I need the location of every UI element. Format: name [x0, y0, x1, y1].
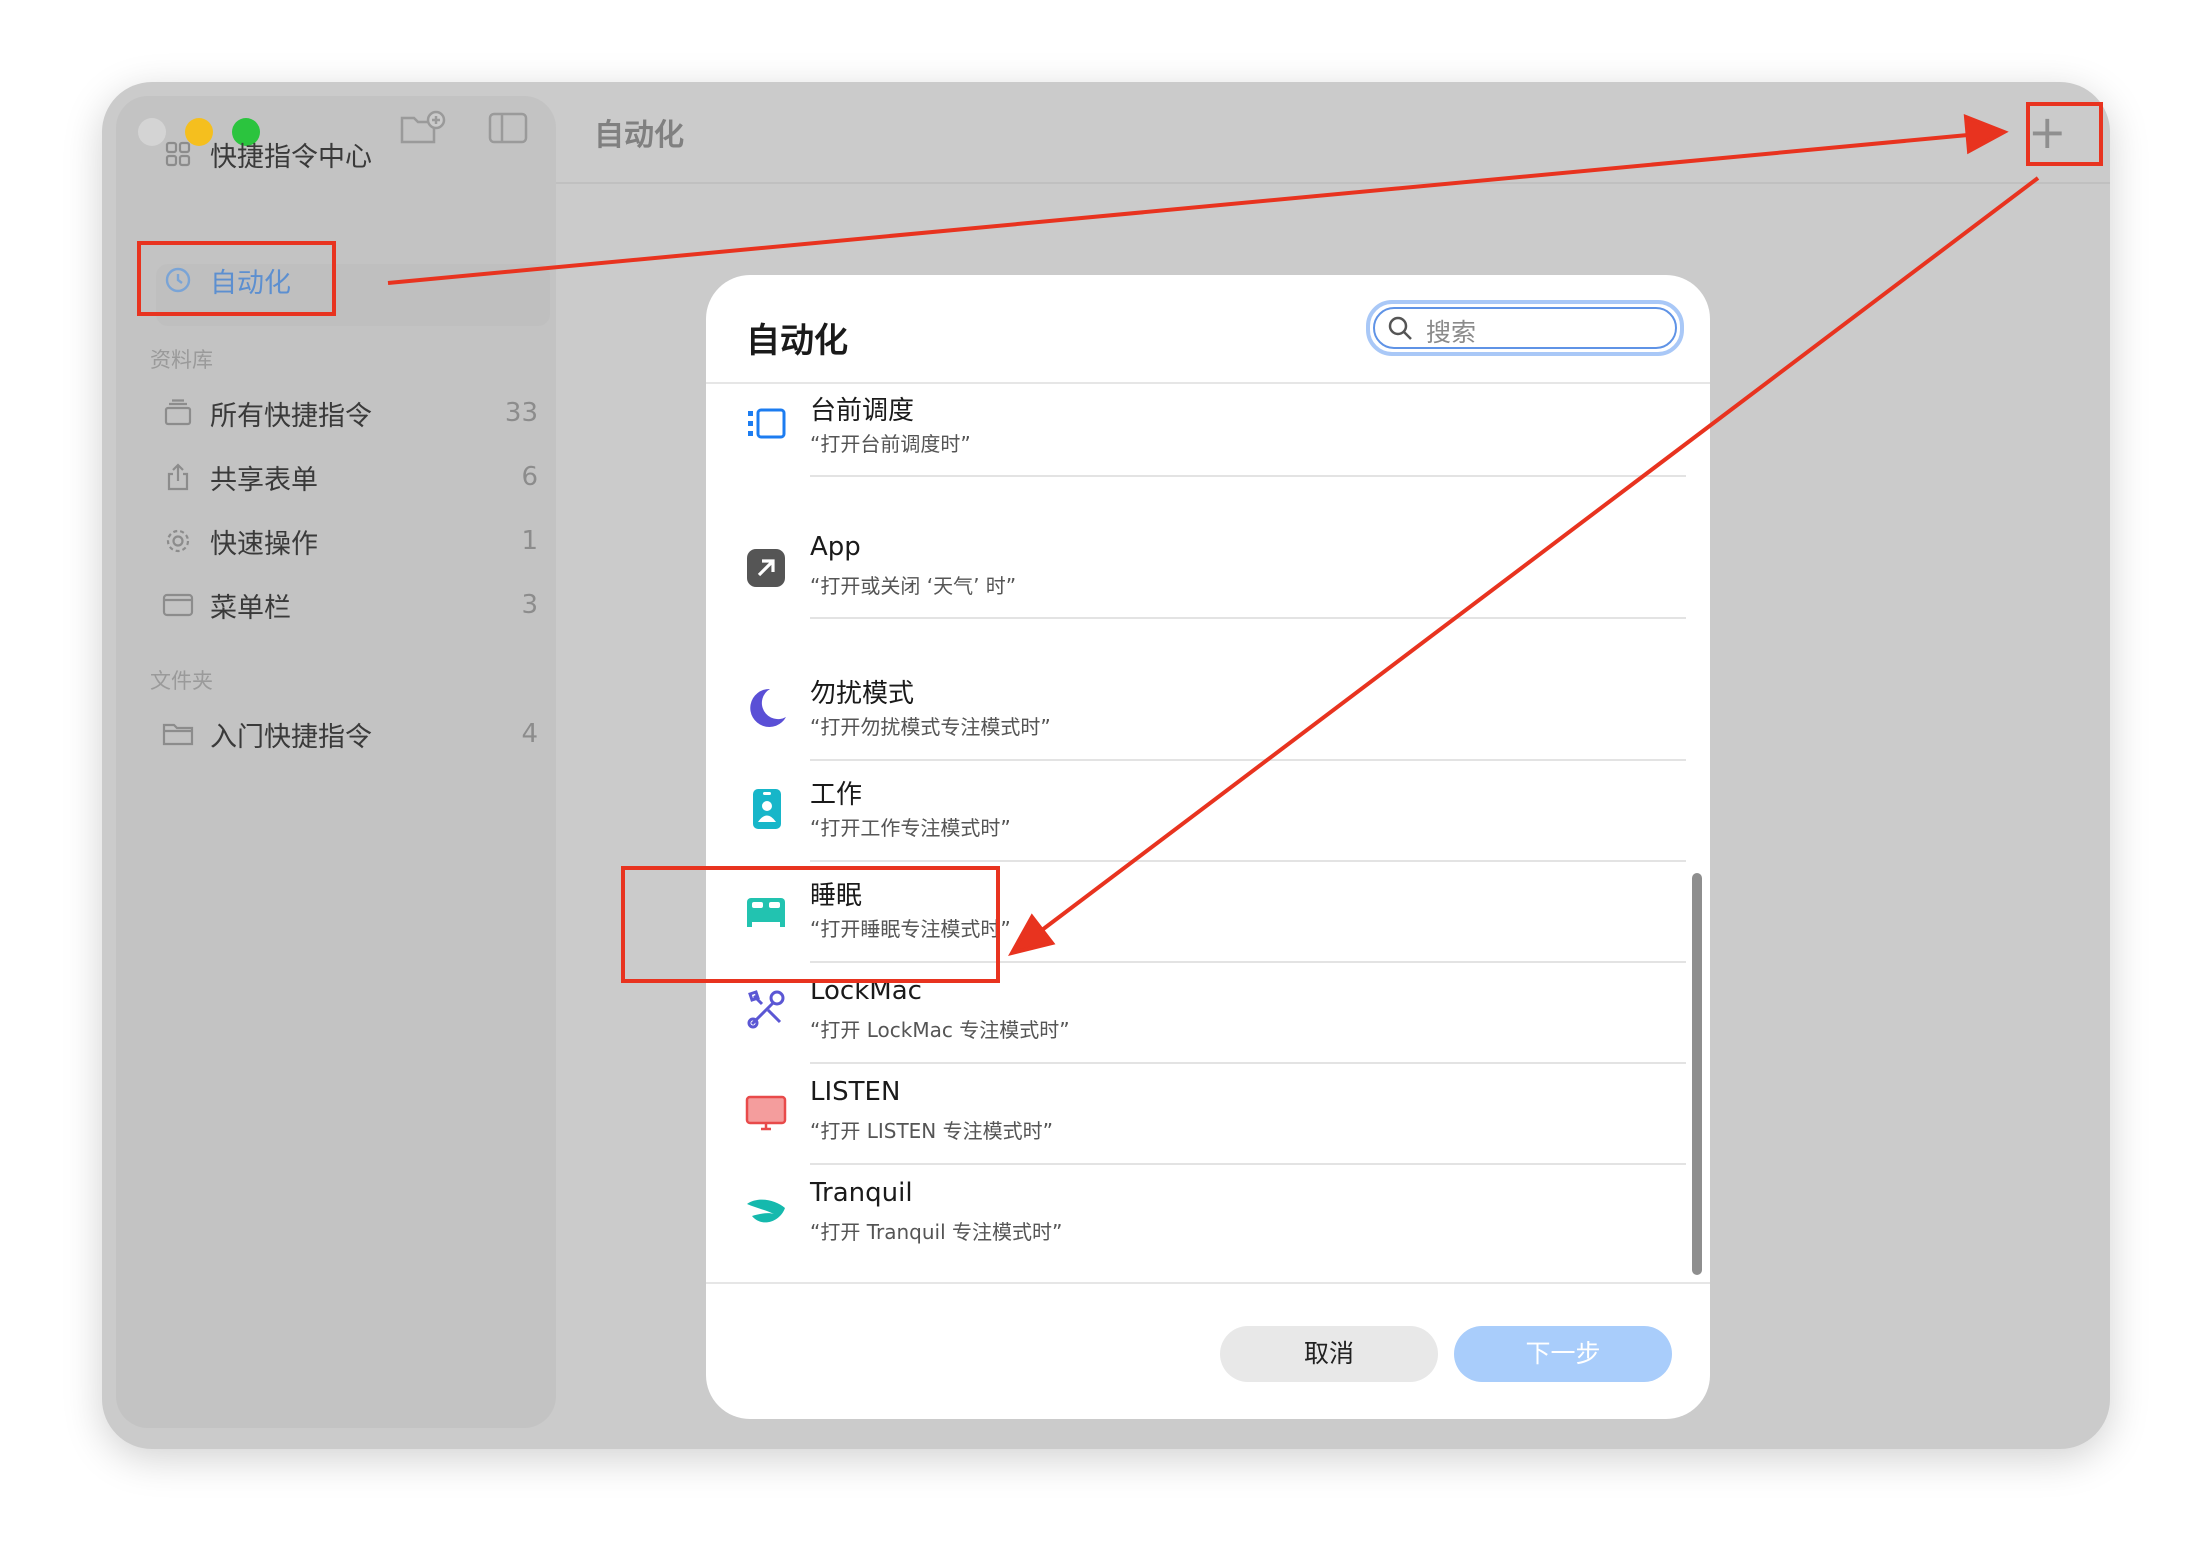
- arrow-head-lockmac: [1008, 913, 1056, 957]
- arrow-sidebar-to-add: [387, 133, 1969, 285]
- arrow-head-add: [1963, 113, 2009, 155]
- annotation-arrows: [387, 113, 2040, 957]
- arrow-add-to-lockmac: [1040, 176, 2040, 932]
